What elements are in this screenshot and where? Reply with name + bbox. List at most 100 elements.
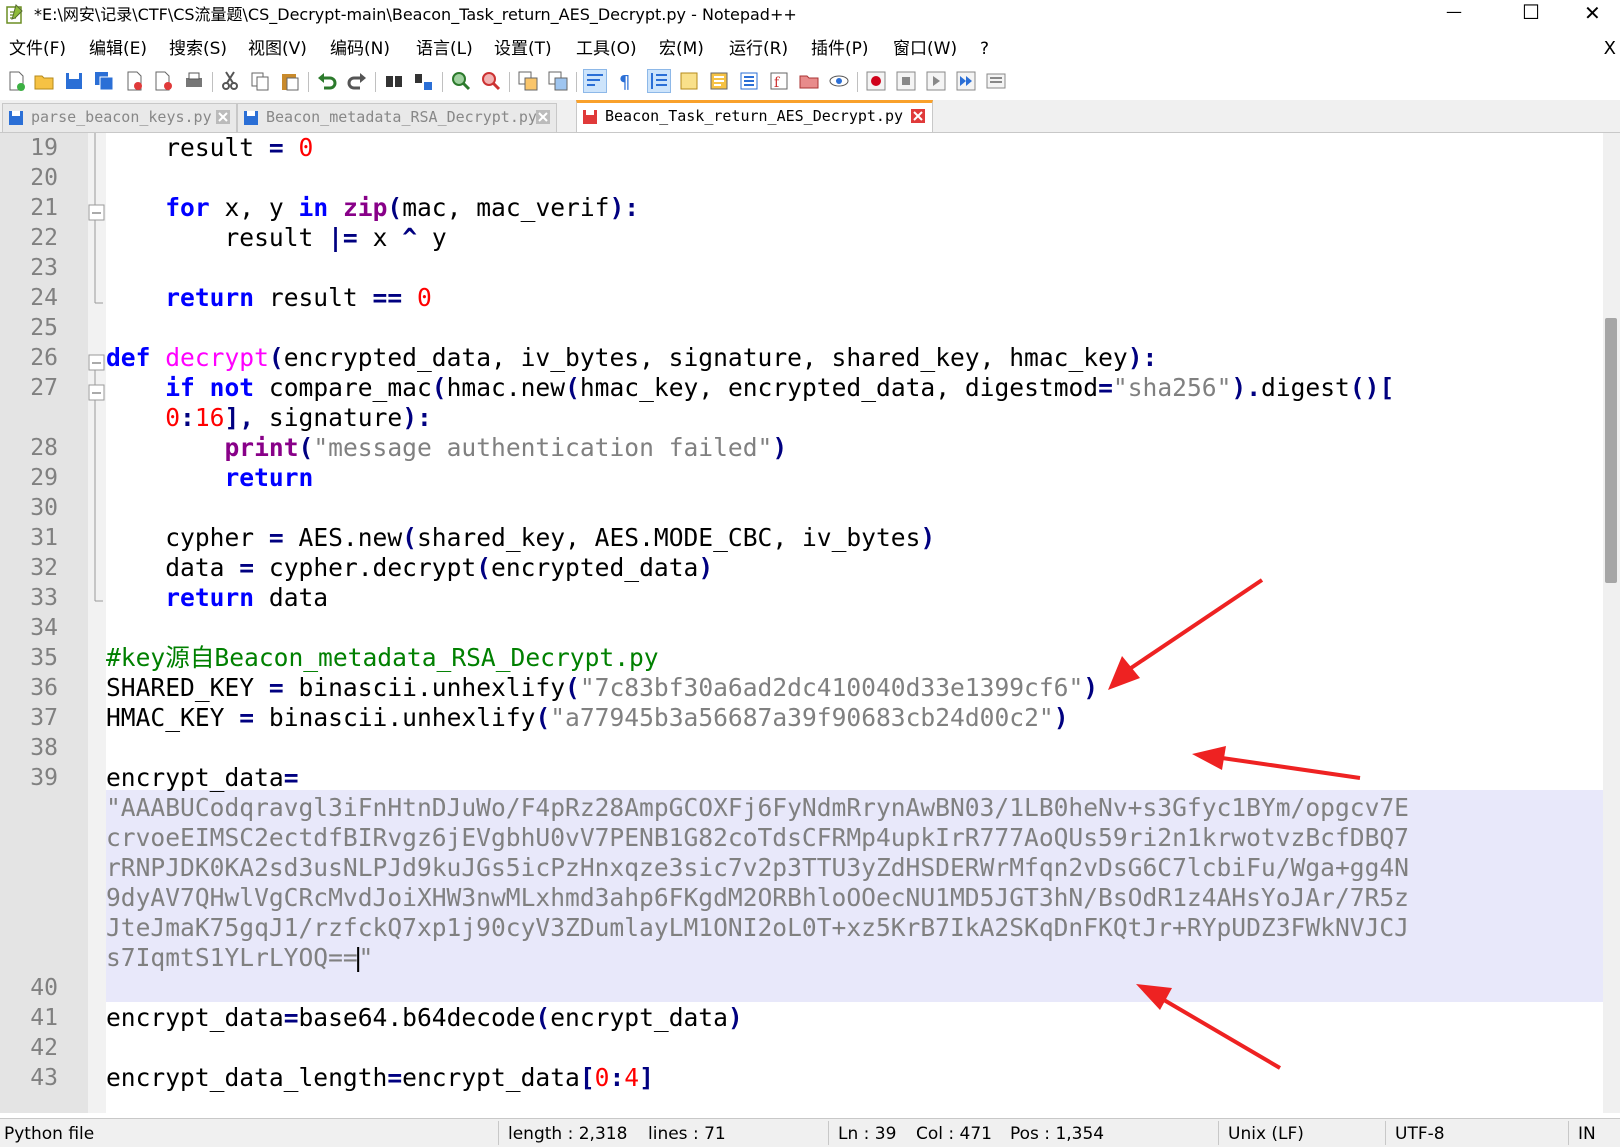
code-line-31: cypher = AES.new(shared_key, AES.MODE_CB… xyxy=(165,523,936,552)
redo-icon[interactable] xyxy=(346,70,368,92)
code-line-24: return result == 0 xyxy=(165,283,432,312)
code-line-39: encrypt_data= xyxy=(106,763,299,792)
line-number: 32 xyxy=(30,555,58,581)
stop-macro-icon[interactable] xyxy=(895,70,917,92)
line-number: 31 xyxy=(30,525,58,551)
line-number: 35 xyxy=(30,645,58,671)
menu-window[interactable]: 窗口(W) xyxy=(893,38,957,60)
scrollbar-thumb[interactable] xyxy=(1605,318,1617,583)
monitoring-icon[interactable] xyxy=(828,70,850,92)
code-line-19: result = 0 xyxy=(165,133,314,162)
tab-label: Beacon_Task_return_AES_Decrypt.py xyxy=(605,107,904,125)
sync-horizontal-icon[interactable] xyxy=(547,70,569,92)
status-column: Col : 471 xyxy=(916,1124,992,1144)
paste-icon[interactable] xyxy=(279,70,301,92)
code-line-43: encrypt_data_length=encrypt_data[0:4] xyxy=(106,1063,654,1092)
code-line-27-wrap: 0:16], signature): xyxy=(165,403,432,432)
find-icon[interactable] xyxy=(383,70,405,92)
tab-close-icon[interactable] xyxy=(536,110,550,124)
tab-label: parse_beacon_keys.py xyxy=(31,108,212,126)
saved-file-icon xyxy=(9,111,23,125)
undo-icon[interactable] xyxy=(316,70,338,92)
close-file-icon[interactable] xyxy=(123,70,145,92)
menu-file[interactable]: 文件(F) xyxy=(9,38,66,60)
save-macro-icon[interactable] xyxy=(985,70,1007,92)
code-line-39-wrap-end: s7IqmtS1YLrLYOQ==|" xyxy=(106,943,374,972)
tab-close-icon[interactable] xyxy=(216,110,230,124)
save-all-icon[interactable] xyxy=(93,70,115,92)
menu-tools[interactable]: 工具(O) xyxy=(576,38,637,60)
unsaved-file-icon xyxy=(583,110,597,124)
doc-map-icon[interactable] xyxy=(708,70,730,92)
indent-guide-icon[interactable] xyxy=(647,69,671,93)
new-file-icon[interactable] xyxy=(5,70,27,92)
sync-vertical-icon[interactable] xyxy=(517,70,539,92)
status-line: Ln : 39 xyxy=(838,1124,897,1144)
status-encoding[interactable]: UTF-8 xyxy=(1395,1123,1445,1145)
notepadpp-app-icon xyxy=(6,4,23,24)
line-number: 41 xyxy=(30,1005,58,1031)
copy-icon[interactable] xyxy=(249,70,271,92)
menu-settings[interactable]: 设置(T) xyxy=(494,38,552,60)
code-editor[interactable]: 19 20 21 22 23 24 25 26 27 28 29 30 31 3… xyxy=(0,133,1620,1113)
cut-icon[interactable] xyxy=(219,70,241,92)
close-all-icon[interactable] xyxy=(153,70,175,92)
folder-workspace-icon[interactable] xyxy=(798,70,820,92)
udl-icon[interactable] xyxy=(678,70,700,92)
save-icon[interactable] xyxy=(63,70,85,92)
vertical-scrollbar[interactable] xyxy=(1603,133,1620,1113)
play-macro-icon[interactable] xyxy=(925,70,947,92)
code-line-39-wrap: crvoeEIMSC2ectdfBIRvgz6jEVgbhU0vV7PENB1G… xyxy=(106,823,1409,852)
tab-beacon-task-return-aes-decrypt[interactable]: Beacon_Task_return_AES_Decrypt.py xyxy=(576,100,933,132)
code-line-28: print("message authentication failed") xyxy=(224,433,788,462)
menu-run[interactable]: 运行(R) xyxy=(729,38,788,60)
doc-list-icon[interactable] xyxy=(738,70,760,92)
code-line-21: for x, y in zip(mac, mac_verif): xyxy=(165,193,640,222)
maximize-button[interactable]: ☐ xyxy=(1500,0,1564,30)
line-number: 26 xyxy=(30,345,58,371)
svg-text:¶: ¶ xyxy=(619,72,630,92)
line-number: 19 xyxy=(30,135,58,161)
close-window-button[interactable]: ✕ xyxy=(1562,0,1620,30)
line-number: 37 xyxy=(30,705,58,731)
zoom-out-icon[interactable] xyxy=(480,70,502,92)
code-line-37: HMAC_KEY = binascii.unhexlify("a77945b3a… xyxy=(106,703,1069,732)
status-length: length : 2,318 xyxy=(508,1124,628,1144)
word-wrap-icon[interactable] xyxy=(583,69,607,93)
tab-parse-beacon-keys[interactable]: parse_beacon_keys.py xyxy=(2,103,237,132)
line-number: 30 xyxy=(30,495,58,521)
code-line-39-wrap: rRNPJDK0KA2sd3usNLPJd9kuJGs5icPzHnxqze3s… xyxy=(106,853,1409,882)
menu-macro[interactable]: 宏(M) xyxy=(659,38,704,60)
title-bar: *E:\网安\记录\CTF\CS流量题\CS_Decrypt-main\Beac… xyxy=(0,0,1620,30)
function-list-icon[interactable]: f xyxy=(768,70,790,92)
status-eol[interactable]: Unix (LF) xyxy=(1228,1123,1304,1145)
line-number: 33 xyxy=(30,585,58,611)
menu-plugins[interactable]: 插件(P) xyxy=(811,38,869,60)
line-number: 24 xyxy=(30,285,58,311)
line-number: 29 xyxy=(30,465,58,491)
menu-encoding[interactable]: 编码(N) xyxy=(330,38,390,60)
zoom-in-icon[interactable] xyxy=(450,70,472,92)
menu-view[interactable]: 视图(V) xyxy=(248,38,307,60)
print-icon[interactable] xyxy=(183,70,205,92)
menu-edit[interactable]: 编辑(E) xyxy=(89,38,147,60)
line-number: 36 xyxy=(30,675,58,701)
fold-markers xyxy=(88,133,105,602)
record-macro-icon[interactable] xyxy=(865,70,887,92)
menu-search[interactable]: 搜索(S) xyxy=(169,38,227,60)
menu-language[interactable]: 语言(L) xyxy=(416,38,473,60)
code-line-32: data = cypher.decrypt(encrypted_data) xyxy=(165,553,714,582)
show-all-chars-icon[interactable]: ¶ xyxy=(614,70,636,92)
minimize-button[interactable]: — xyxy=(1424,0,1488,30)
run-macro-multiple-icon[interactable] xyxy=(955,70,977,92)
open-file-icon[interactable] xyxy=(33,70,55,92)
line-number: 34 xyxy=(30,615,58,641)
replace-icon[interactable] xyxy=(413,70,435,92)
tab-bar: parse_beacon_keys.py Beacon_metadata_RSA… xyxy=(0,100,1620,133)
tab-close-icon[interactable] xyxy=(911,109,925,123)
line-number: 21 xyxy=(30,195,58,221)
close-document-x[interactable]: X xyxy=(1604,38,1616,59)
line-number: 25 xyxy=(30,315,58,341)
tab-beacon-metadata-rsa-decrypt[interactable]: Beacon_metadata_RSA_Decrypt.py xyxy=(237,103,557,132)
menu-help[interactable]: ? xyxy=(980,38,989,60)
